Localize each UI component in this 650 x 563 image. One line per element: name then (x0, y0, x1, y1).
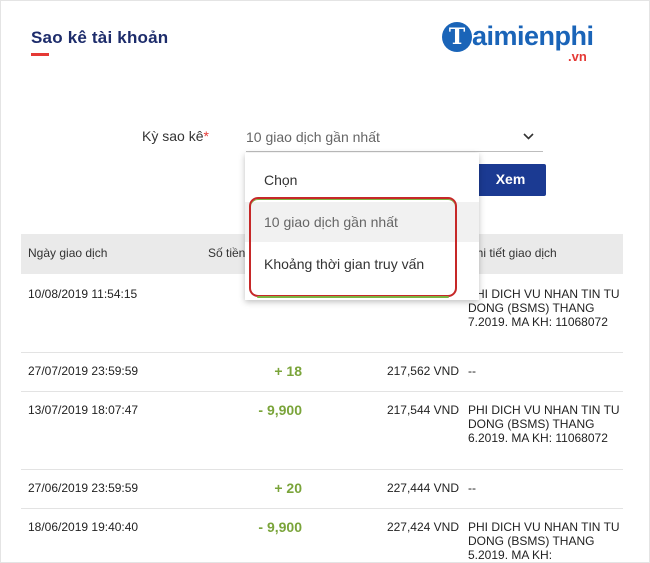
row-balance: 217,562 VND (386, 364, 459, 378)
row-date: 27/07/2019 23:59:59 (28, 364, 139, 378)
table-row: 18/06/2019 19:40:40 - 9,900 227,424 VND … (21, 509, 623, 563)
chevron-down-icon (523, 133, 534, 140)
table-row: 27/06/2019 23:59:59 + 20 227,444 VND -- (21, 470, 623, 509)
row-balance: 217,544 VND (386, 403, 459, 417)
required-mark: * (203, 128, 209, 144)
row-detail: -- (468, 364, 476, 378)
column-header-detail: Chi tiết giao dịch (468, 246, 557, 260)
period-select[interactable]: 10 giao dịch gần nhất (246, 124, 543, 152)
row-date: 27/06/2019 23:59:59 (28, 481, 139, 495)
row-detail: PHI DICH VU NHAN TIN TU DONG (BSMS) THAN… (468, 287, 620, 329)
period-select-value: 10 giao dịch gần nhất (246, 129, 380, 145)
row-amount: - 9,900 (258, 519, 302, 535)
row-date: 18/06/2019 19:40:40 (28, 520, 139, 534)
period-label-text: Kỳ sao kê (142, 128, 204, 144)
row-balance: 227,424 VND (386, 520, 459, 534)
column-header-date: Ngày giao dịch (28, 246, 108, 260)
row-amount: + 18 (274, 363, 302, 379)
period-label: Kỳ sao kê* (142, 128, 209, 144)
row-detail: PHI DICH VU NHAN TIN TU DONG (BSMS) THAN… (468, 403, 620, 445)
row-amount: + 20 (274, 480, 302, 496)
dropdown-option-choose[interactable]: Chọn (245, 160, 479, 200)
annotation-highlight (249, 197, 457, 298)
row-date: 13/07/2019 18:07:47 (28, 403, 139, 417)
logo-domain: .vn (568, 49, 587, 64)
row-detail: -- (468, 481, 476, 495)
row-amount: - 9,900 (258, 402, 302, 418)
table-row: 13/07/2019 18:07:47 - 9,900 217,544 VND … (21, 392, 623, 470)
page-title: Sao kê tài khoản (31, 28, 169, 47)
row-detail: PHI DICH VU NHAN TIN TU DONG (BSMS) THAN… (468, 520, 620, 562)
table-row: 27/07/2019 23:59:59 + 18 217,562 VND -- (21, 353, 623, 392)
row-date: 10/08/2019 11:54:15 (28, 287, 138, 301)
row-balance: 227,444 VND (386, 481, 459, 495)
logo-circle-icon: T (442, 22, 472, 52)
title-underline (31, 53, 49, 56)
logo-text: aimienphi (472, 21, 594, 51)
site-logo[interactable]: T aimienphi .vn (442, 20, 622, 64)
column-header-amount: Số tiền (208, 246, 246, 260)
